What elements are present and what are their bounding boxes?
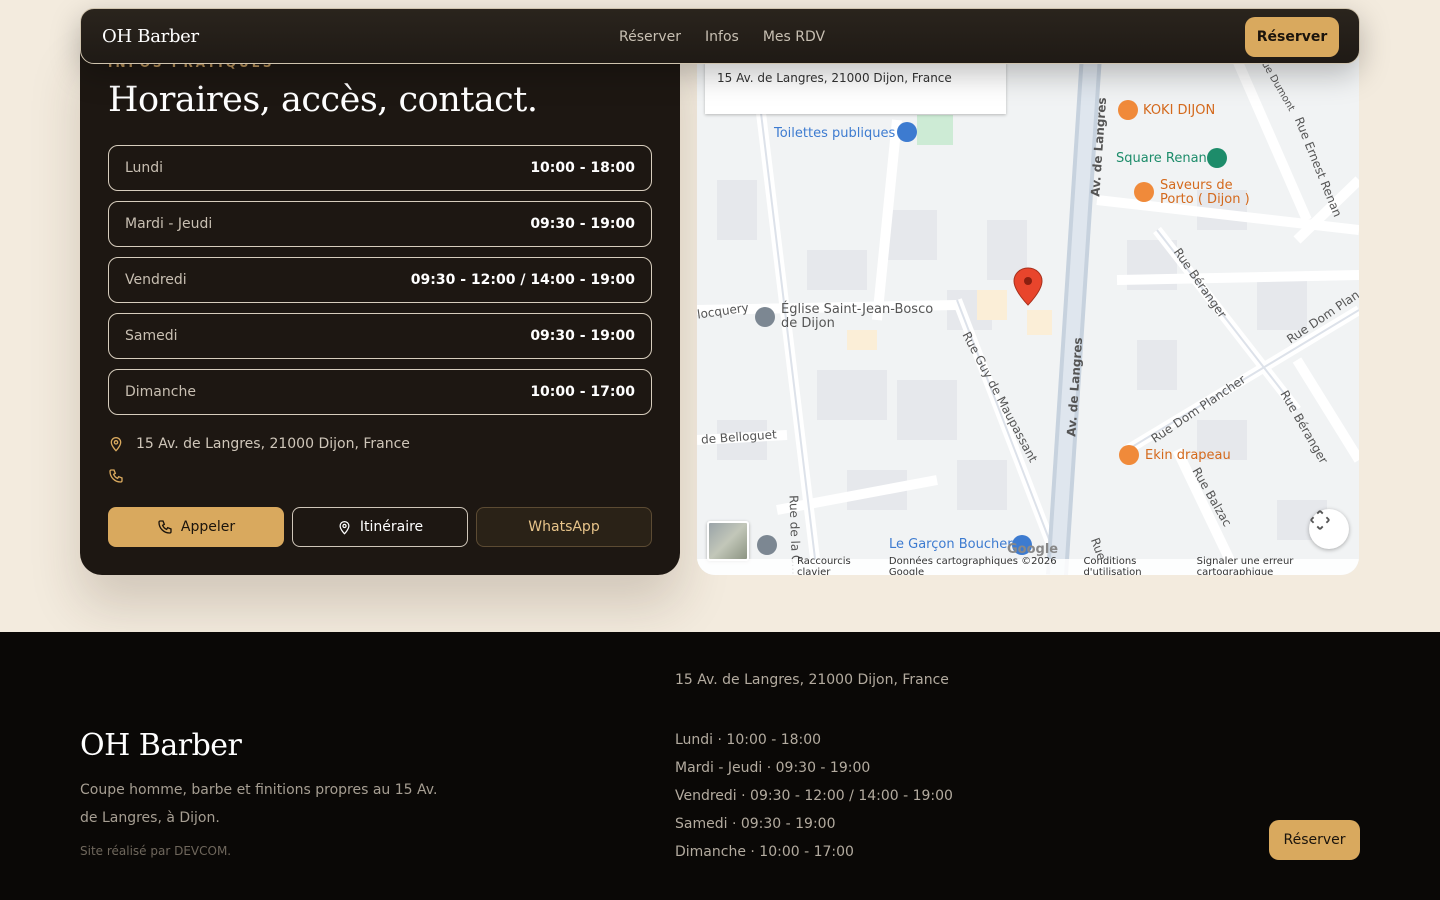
- footer-description: Coupe homme, barbe et finitions propres …: [80, 782, 438, 826]
- phone-icon: [109, 469, 123, 483]
- hours-day: Samedi: [125, 328, 178, 344]
- footer: OH Barber Coupe homme, barbe et finition…: [0, 632, 1440, 900]
- hours-time: 09:30 - 19:00: [530, 328, 635, 344]
- hours-row: Mardi - Jeudi 09:30 - 19:00: [108, 201, 652, 247]
- nav-link-reserver[interactable]: Réserver: [619, 29, 681, 45]
- address-text: 15 Av. de Langres, 21000 Dijon, France: [136, 436, 410, 452]
- attrib-terms[interactable]: Conditions d'utilisation: [1083, 556, 1184, 575]
- hours-row: Vendredi 09:30 - 12:00 / 14:00 - 19:00: [108, 257, 652, 303]
- phone-icon: [158, 520, 172, 534]
- satellite-toggle[interactable]: [707, 521, 749, 561]
- attrib-report[interactable]: Signaler une erreur cartographique: [1197, 556, 1353, 575]
- map-pin-icon: [339, 520, 350, 535]
- footer-hours-line: Samedi · 09:30 - 19:00: [675, 816, 836, 832]
- fullscreen-icon: [1310, 510, 1330, 530]
- whatsapp-button-label: WhatsApp: [528, 519, 600, 535]
- hours-day: Mardi - Jeudi: [125, 216, 213, 232]
- action-buttons: Appeler Itinéraire WhatsApp: [108, 507, 652, 547]
- route-button-label: Itinéraire: [359, 519, 424, 535]
- hours-day: Vendredi: [125, 272, 187, 288]
- hours-row: Samedi 09:30 - 19:00: [108, 313, 652, 359]
- footer-hours: Lundi · 10:00 - 18:00 Mardi - Jeudi · 09…: [675, 726, 953, 866]
- hours-row: Dimanche 10:00 - 17:00: [108, 369, 652, 415]
- hours-list: Lundi 10:00 - 18:00 Mardi - Jeudi 09:30 - …: [108, 145, 652, 425]
- poi-ekin[interactable]: Ekin drapeau: [1145, 448, 1231, 463]
- address-line: 15 Av. de Langres, 21000 Dijon, France: [108, 436, 410, 452]
- attrib-shortcuts[interactable]: Raccourcis clavier: [797, 556, 877, 575]
- attrib-data: Données cartographiques ©2026 Google: [888, 556, 1057, 575]
- poi-garcon[interactable]: Le Garçon Boucher: [889, 537, 1013, 552]
- route-button[interactable]: Itinéraire: [292, 507, 468, 547]
- footer-hours-line: Lundi · 10:00 - 18:00: [675, 732, 822, 748]
- map-attribution: Raccourcis clavier Données cartographiqu…: [697, 556, 1359, 575]
- section-title: Horaires, accès, contact.: [108, 80, 538, 120]
- hours-time: 09:30 - 12:00 / 14:00 - 19:00: [410, 272, 635, 288]
- google-map[interactable]: 15 Av. de Langres, 21000 Dijon, France T…: [697, 40, 1359, 575]
- nav-link-mes-rdv[interactable]: Mes RDV: [763, 29, 825, 45]
- call-button-label: Appeler: [180, 519, 236, 535]
- footer-hours-line: Mardi - Jeudi · 09:30 - 19:00: [675, 760, 871, 776]
- poi-toilettes[interactable]: Toilettes publiques: [774, 126, 895, 141]
- fullscreen-button[interactable]: [1309, 509, 1349, 549]
- nav-link-infos[interactable]: Infos: [705, 29, 739, 45]
- brand-logo[interactable]: OH Barber: [102, 26, 199, 47]
- nav-reserve-button[interactable]: Réserver: [1245, 17, 1339, 57]
- footer-hours-line: Dimanche · 10:00 - 17:00: [675, 844, 854, 860]
- poi-square[interactable]: Square Renan: [1116, 151, 1207, 166]
- footer-reserve-button[interactable]: Réserver: [1269, 820, 1360, 860]
- info-card: INFOS PRATIQUES Horaires, accès, contact…: [80, 40, 680, 575]
- footer-address: 15 Av. de Langres, 21000 Dijon, France: [675, 672, 949, 688]
- hours-day: Lundi: [125, 160, 164, 176]
- hours-time: 09:30 - 19:00: [530, 216, 635, 232]
- google-logo: Google: [1007, 542, 1059, 557]
- footer-brand: OH Barber: [80, 728, 242, 763]
- top-nav: OH Barber Réserver Infos Mes RDV Réserve…: [80, 8, 1360, 64]
- map-info-address: 15 Av. de Langres, 21000 Dijon, France: [717, 71, 952, 85]
- hours-time: 10:00 - 17:00: [530, 384, 635, 400]
- poi-koki[interactable]: KOKI DIJON: [1143, 103, 1215, 118]
- nav-links: Réserver Infos Mes RDV: [619, 9, 825, 65]
- hours-time: 10:00 - 18:00: [530, 160, 635, 176]
- hours-row: Lundi 10:00 - 18:00: [108, 145, 652, 191]
- footer-hours-line: Vendredi · 09:30 - 12:00 / 14:00 - 19:00: [675, 788, 953, 804]
- map-pin-icon: [110, 437, 122, 452]
- whatsapp-button[interactable]: WhatsApp: [476, 507, 652, 547]
- poi-eglise[interactable]: Église Saint-Jean-Bosco de Dijon: [781, 303, 941, 331]
- map-info-window[interactable]: 15 Av. de Langres, 21000 Dijon, France: [705, 62, 1006, 114]
- poi-saveurs[interactable]: Saveurs de Porto ( Dijon ): [1160, 179, 1260, 207]
- footer-credit: Site réalisé par DEVCOM.: [80, 844, 232, 858]
- hours-day: Dimanche: [125, 384, 196, 400]
- phone-line[interactable]: [108, 468, 124, 488]
- call-button[interactable]: Appeler: [108, 507, 284, 547]
